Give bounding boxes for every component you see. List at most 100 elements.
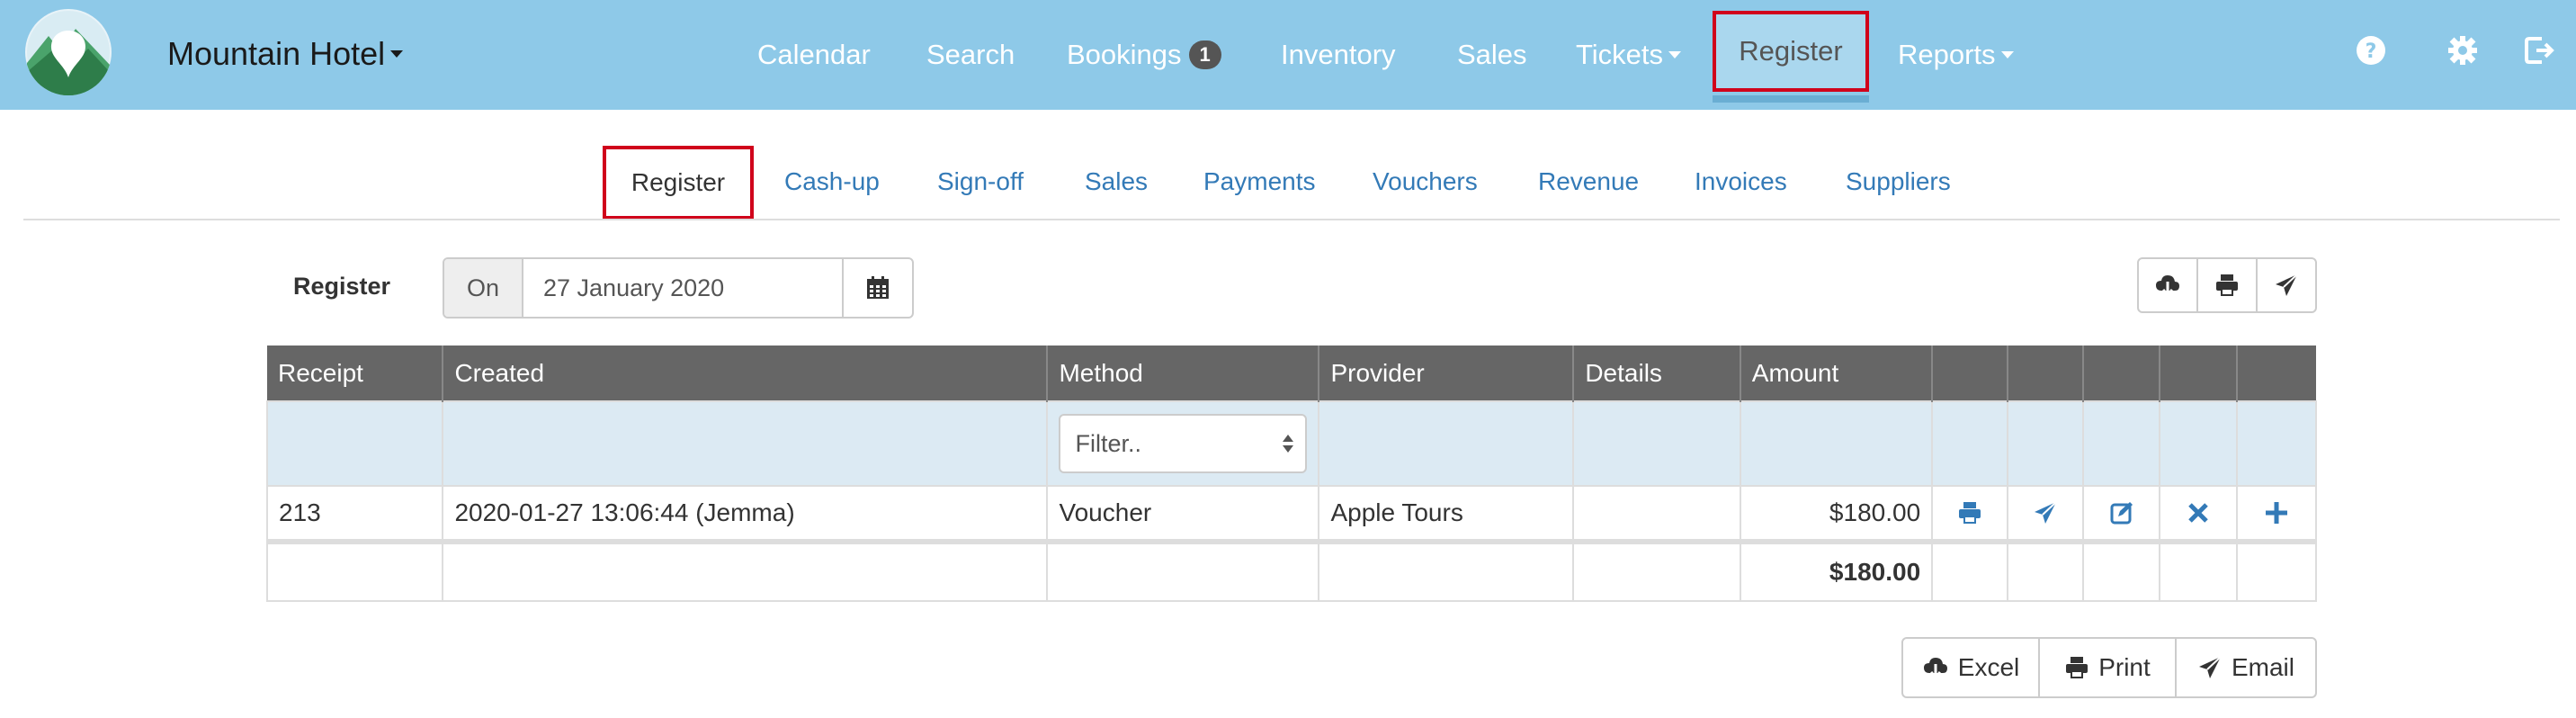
date-picker-group: On 27 January 2020 xyxy=(443,257,914,319)
row-print-cell xyxy=(1931,485,2008,543)
gear-icon[interactable] xyxy=(2445,32,2481,68)
tab-revenue-label: Revenue xyxy=(1538,167,1640,195)
provider-cell: Apple Tours xyxy=(1318,485,1575,543)
filter-cell-method: Filter.. xyxy=(1046,400,1320,487)
tab-register[interactable]: Register xyxy=(603,146,754,220)
svg-text:?: ? xyxy=(2366,40,2377,63)
nav-register[interactable]: Register xyxy=(1713,11,1869,92)
column-header-created[interactable]: Created xyxy=(443,346,1049,401)
total-cell-blank xyxy=(1318,539,1575,602)
filter-cell xyxy=(2159,400,2239,487)
total-cell-blank xyxy=(2159,539,2239,602)
nav-reports-dropdown[interactable]: Reports xyxy=(1898,0,2014,110)
select-arrows-icon xyxy=(1283,435,1294,453)
row-send-cell xyxy=(2006,485,2084,543)
nav-calendar-label: Calendar xyxy=(757,39,871,70)
subnav-divider xyxy=(23,219,2560,220)
nav-inventory[interactable]: Inventory xyxy=(1281,0,1396,110)
filter-cell xyxy=(2236,400,2317,487)
column-header-blank xyxy=(1932,346,2008,401)
register-table: Receipt Created Method Provider Details … xyxy=(265,346,2317,602)
row-add-cell xyxy=(2236,485,2317,543)
print-button-label: Print xyxy=(2098,653,2151,681)
logout-icon[interactable] xyxy=(2522,32,2558,68)
nav-register-label: Register xyxy=(1739,35,1843,67)
receipt-cell: 213 xyxy=(265,485,444,543)
total-cell-blank xyxy=(2006,539,2084,602)
method-filter-select[interactable]: Filter.. xyxy=(1059,414,1308,473)
tab-sign-off[interactable]: Sign-off xyxy=(937,155,1024,209)
tab-payments[interactable]: Payments xyxy=(1203,155,1316,209)
nav-bookings[interactable]: Bookings 1 xyxy=(1067,0,1221,110)
nav-calendar[interactable]: Calendar xyxy=(757,0,871,110)
filter-row: Filter.. xyxy=(265,400,2317,487)
tab-invoices[interactable]: Invoices xyxy=(1695,155,1787,209)
row-send-button[interactable] xyxy=(2019,500,2071,525)
add-icon xyxy=(2266,502,2288,524)
filter-cell xyxy=(1739,400,1934,487)
tab-sales[interactable]: Sales xyxy=(1085,155,1148,209)
column-header-receipt[interactable]: Receipt xyxy=(267,346,444,401)
nav-search[interactable]: Search xyxy=(926,0,1015,110)
method-filter-value: Filter.. xyxy=(1075,429,1141,457)
total-cell-blank xyxy=(442,539,1049,602)
email-button[interactable]: Email xyxy=(2177,639,2315,696)
row-add-button[interactable] xyxy=(2249,500,2304,525)
column-header-provider[interactable]: Provider xyxy=(1319,346,1575,401)
row-print-button[interactable] xyxy=(1944,500,1996,525)
help-icon[interactable]: ? xyxy=(2353,32,2389,68)
column-header-method[interactable]: Method xyxy=(1047,346,1320,401)
top-navbar: Mountain Hotel Calendar Search Bookings 1… xyxy=(0,0,2576,110)
column-header-blank xyxy=(2082,346,2161,401)
nav-sales-label: Sales xyxy=(1457,39,1527,70)
filter-cell xyxy=(1931,400,2008,487)
tab-cash-up[interactable]: Cash-up xyxy=(784,155,880,209)
hotel-name-label: Mountain Hotel xyxy=(167,35,386,72)
total-cell-blank xyxy=(265,539,444,602)
send-icon xyxy=(2034,501,2057,524)
column-header-blank xyxy=(2007,346,2084,401)
calendar-icon xyxy=(867,276,889,299)
send-button[interactable] xyxy=(2258,259,2315,311)
nav-tickets-dropdown[interactable]: Tickets xyxy=(1576,0,1682,110)
tab-revenue[interactable]: Revenue xyxy=(1538,155,1639,209)
tab-vouchers[interactable]: Vouchers xyxy=(1373,155,1478,209)
chevron-down-icon xyxy=(1668,51,1682,58)
total-cell-blank xyxy=(1046,539,1320,602)
column-header-blank xyxy=(2237,346,2316,401)
download-button[interactable] xyxy=(2139,259,2198,311)
tab-payments-label: Payments xyxy=(1203,167,1316,195)
filter-cell xyxy=(1318,400,1575,487)
excel-button-label: Excel xyxy=(1957,653,2020,681)
send-icon xyxy=(2276,274,2298,296)
date-input[interactable]: 27 January 2020 xyxy=(523,259,844,317)
nav-register-active-indicator xyxy=(1713,95,1869,103)
total-row: $180.00 xyxy=(265,539,2317,602)
filter-cell xyxy=(2006,400,2084,487)
excel-button[interactable]: Excel xyxy=(1903,639,2040,696)
table-header-row: Receipt Created Method Provider Details … xyxy=(267,346,2316,401)
filter-cell xyxy=(1572,400,1741,487)
hotel-logo-icon[interactable] xyxy=(25,9,112,95)
total-cell-blank xyxy=(2236,539,2317,602)
row-delete-button[interactable] xyxy=(2171,501,2225,525)
row-delete-cell xyxy=(2159,485,2239,543)
tab-suppliers[interactable]: Suppliers xyxy=(1846,155,1951,209)
email-button-label: Email xyxy=(2231,653,2294,681)
row-edit-cell xyxy=(2081,485,2161,543)
row-edit-button[interactable] xyxy=(2095,500,2149,525)
hotel-name-dropdown[interactable]: Mountain Hotel xyxy=(167,29,404,79)
nav-sales[interactable]: Sales xyxy=(1457,0,1527,110)
tab-suppliers-label: Suppliers xyxy=(1846,167,1951,195)
print-button[interactable]: Print xyxy=(2040,639,2177,696)
print-button[interactable] xyxy=(2198,259,2258,311)
register-label: Register xyxy=(293,272,391,300)
details-cell xyxy=(1572,485,1741,543)
total-cell-blank xyxy=(2081,539,2161,602)
column-header-details[interactable]: Details xyxy=(1573,346,1741,401)
calendar-button[interactable] xyxy=(844,259,912,317)
table-row[interactable]: 213 2020-01-27 13:06:44 (Jemma) Voucher … xyxy=(265,485,2317,543)
created-cell: 2020-01-27 13:06:44 (Jemma) xyxy=(442,485,1049,543)
column-header-amount[interactable]: Amount xyxy=(1740,346,1934,401)
method-cell: Voucher xyxy=(1046,485,1320,543)
